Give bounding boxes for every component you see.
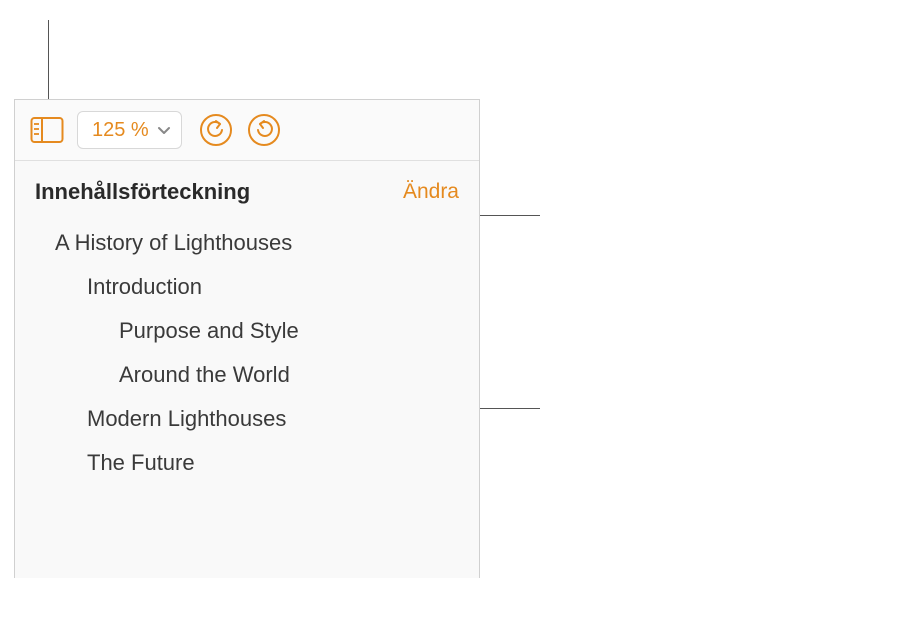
toc-item[interactable]: Introduction: [15, 265, 479, 309]
toc-header: Innehållsförteckning Ändra: [15, 161, 479, 213]
toc-item[interactable]: Modern Lighthouses: [15, 397, 479, 441]
zoom-select[interactable]: 125 %: [77, 111, 182, 149]
toc-item[interactable]: A History of Lighthouses: [15, 221, 479, 265]
sidebar-panel: 125 %: [14, 99, 480, 578]
edit-button[interactable]: Ändra: [403, 180, 459, 204]
callout-line: [48, 20, 49, 99]
toc-item[interactable]: The Future: [15, 441, 479, 485]
redo-button[interactable]: [246, 112, 282, 148]
undo-redo-group: [198, 112, 282, 148]
toolbar: 125 %: [15, 100, 479, 161]
chevron-down-icon: [157, 123, 171, 137]
view-menu-button[interactable]: [27, 110, 67, 150]
toc-title: Innehållsförteckning: [35, 179, 250, 205]
sidebar-icon: [30, 116, 64, 144]
toc-item[interactable]: Purpose and Style: [15, 309, 479, 353]
undo-icon: [199, 113, 233, 147]
redo-icon: [247, 113, 281, 147]
undo-button[interactable]: [198, 112, 234, 148]
toc-item[interactable]: Around the World: [15, 353, 479, 397]
zoom-value: 125 %: [92, 119, 149, 142]
toc-list: A History of Lighthouses Introduction Pu…: [15, 213, 479, 485]
callout-line: [480, 215, 540, 216]
